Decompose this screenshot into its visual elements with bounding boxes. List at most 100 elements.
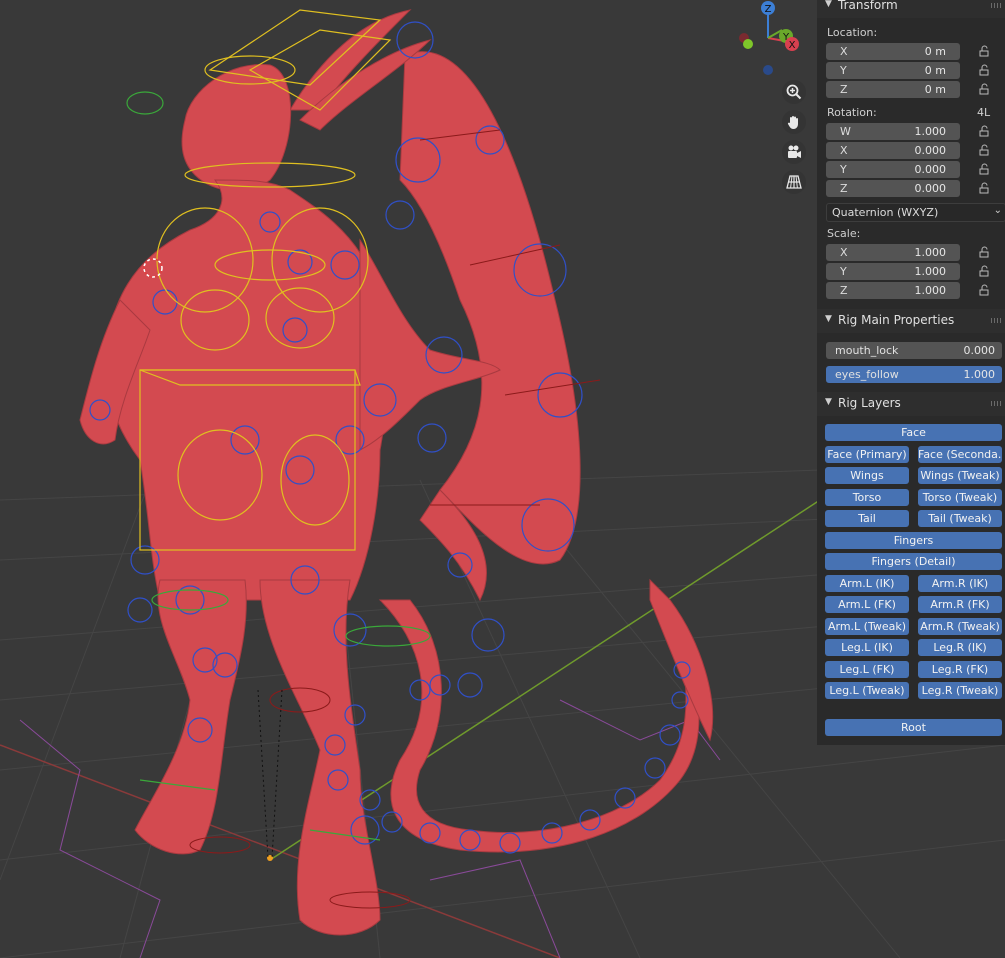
perspective-toggle-button[interactable]: [782, 170, 806, 194]
rotation-x-axis: X: [840, 144, 848, 157]
eyes-follow-value: 1.000: [963, 368, 996, 381]
rotation-y-value: 0.000: [914, 163, 947, 176]
lock-rotation-x-icon[interactable]: [979, 144, 991, 156]
layer-wings-button[interactable]: Wings: [825, 467, 909, 484]
layer-arm-r-ik-button[interactable]: Arm.R (IK): [918, 575, 1002, 592]
rotation-mode-dropdown[interactable]: Quaternion (WXYZ) ⌄: [826, 203, 1005, 222]
layer-face-button[interactable]: Face: [825, 424, 1002, 441]
lock-rotation-y-icon[interactable]: [979, 163, 991, 175]
collapse-arrow-icon: ▼: [825, 397, 832, 407]
eyes-follow-slider[interactable]: eyes_follow 1.000: [826, 366, 1002, 383]
torso: [105, 179, 388, 601]
layer-torso-button[interactable]: Torso: [825, 489, 909, 506]
axis-neg-y-handle[interactable]: [743, 39, 753, 49]
chevron-down-icon: ⌄: [993, 205, 1002, 216]
location-y-field[interactable]: Y 0 m: [826, 62, 960, 79]
lock-rotation-w-icon[interactable]: [979, 125, 991, 137]
scale-z-value: 1.000: [914, 284, 947, 297]
scale-y-value: 1.000: [914, 265, 947, 278]
location-y-value: 0 m: [924, 64, 946, 77]
leg-left: [134, 579, 247, 855]
rig-main-properties-header[interactable]: ▼ Rig Main Properties: [817, 309, 1005, 333]
rotation-z-value: 0.000: [914, 182, 947, 195]
lock-location-y-icon[interactable]: [979, 64, 991, 76]
tail: [378, 599, 700, 853]
pan-button[interactable]: [782, 110, 806, 134]
location-y-axis: Y: [840, 64, 847, 77]
axis-x-label: X: [789, 40, 796, 51]
layer-arm-l-fk-button[interactable]: Arm.L (FK): [825, 596, 909, 613]
collapse-arrow-icon: ▼: [825, 0, 832, 9]
rotation-lock-4l-toggle[interactable]: 4L: [977, 106, 990, 119]
navigation-gizmo[interactable]: Z Y X: [730, 0, 810, 80]
layer-tail-button[interactable]: Tail: [825, 510, 909, 527]
rig-layers-header[interactable]: ▼ Rig Layers: [817, 392, 1005, 416]
lock-rotation-z-icon[interactable]: [979, 182, 991, 194]
mouth-lock-value: 0.000: [963, 344, 996, 357]
layer-arm-l-tweak-button[interactable]: Arm.L (Tweak): [825, 618, 909, 635]
layer-leg-l-ik-button[interactable]: Leg.L (IK): [825, 639, 909, 656]
layer-leg-l-tweak-button[interactable]: Leg.L (Tweak): [825, 682, 909, 699]
layer-arm-r-fk-button[interactable]: Arm.R (FK): [918, 596, 1002, 613]
scale-x-field[interactable]: X 1.000: [826, 244, 960, 261]
mouth-lock-slider[interactable]: mouth_lock 0.000: [826, 342, 1002, 359]
location-z-axis: Z: [840, 83, 848, 96]
zoom-icon: [786, 84, 802, 100]
layer-face-secondary-button[interactable]: Face (Seconda...: [918, 446, 1002, 463]
rotation-mode-value: Quaternion (WXYZ): [832, 206, 939, 219]
panel-drag-grip-icon[interactable]: [991, 318, 1001, 323]
n-panel-sidebar: ▼ Transform Location: X 0 m Y 0 m Z 0 m Rot…: [817, 0, 1005, 745]
axis-neg-z-handle[interactable]: [763, 65, 773, 75]
scale-z-axis: Z: [840, 284, 848, 297]
panel-drag-grip-icon[interactable]: [991, 3, 1001, 8]
leg-right: [259, 579, 381, 936]
lock-scale-z-icon[interactable]: [979, 284, 991, 296]
scale-z-field[interactable]: Z 1.000: [826, 282, 960, 299]
scale-x-axis: X: [840, 246, 848, 259]
layer-arm-l-ik-button[interactable]: Arm.L (IK): [825, 575, 909, 592]
rotation-z-axis: Z: [840, 182, 848, 195]
location-z-field[interactable]: Z 0 m: [826, 81, 960, 98]
lock-location-x-icon[interactable]: [979, 45, 991, 57]
layer-torso-tweak-button[interactable]: Torso (Tweak): [918, 489, 1002, 506]
layer-leg-r-tweak-button[interactable]: Leg.R (Tweak): [918, 682, 1002, 699]
layer-leg-l-fk-button[interactable]: Leg.L (FK): [825, 661, 909, 678]
layer-tail-tweak-button[interactable]: Tail (Tweak): [918, 510, 1002, 527]
layer-root-button[interactable]: Root: [825, 719, 1002, 736]
rotation-x-field[interactable]: X 0.000: [826, 142, 960, 159]
rotation-y-field[interactable]: Y 0.000: [826, 161, 960, 178]
lock-location-z-icon[interactable]: [979, 83, 991, 95]
location-x-axis: X: [840, 45, 848, 58]
wing: [399, 51, 581, 565]
layer-arm-r-tweak-button[interactable]: Arm.R (Tweak): [918, 618, 1002, 635]
rig-main-properties-title: Rig Main Properties: [838, 313, 955, 327]
rotation-w-value: 1.000: [914, 125, 947, 138]
hand-pan-icon: [787, 116, 798, 129]
location-x-field[interactable]: X 0 m: [826, 43, 960, 60]
character-model[interactable]: [79, 9, 714, 936]
rotation-x-value: 0.000: [914, 144, 947, 157]
mouth-lock-label: mouth_lock: [835, 344, 899, 357]
layer-face-primary-button[interactable]: Face (Primary): [825, 446, 909, 463]
scale-y-axis: Y: [840, 265, 847, 278]
transform-panel-header[interactable]: ▼ Transform: [817, 0, 1005, 18]
rig-layers-title: Rig Layers: [838, 396, 901, 410]
rotation-z-field[interactable]: Z 0.000: [826, 180, 960, 197]
camera-view-button[interactable]: [782, 140, 806, 164]
lock-scale-y-icon[interactable]: [979, 265, 991, 277]
layer-fingers-detail-button[interactable]: Fingers (Detail): [825, 553, 1002, 570]
panel-drag-grip-icon[interactable]: [991, 401, 1001, 406]
layer-leg-r-fk-button[interactable]: Leg.R (FK): [918, 661, 1002, 678]
camera-icon: [788, 145, 801, 158]
layer-fingers-button[interactable]: Fingers: [825, 532, 1002, 549]
layer-wings-tweak-button[interactable]: Wings (Tweak): [918, 467, 1002, 484]
axis-z-label: Z: [765, 4, 772, 15]
layer-leg-r-ik-button[interactable]: Leg.R (IK): [918, 639, 1002, 656]
zoom-button[interactable]: [782, 80, 806, 104]
location-label: Location:: [827, 26, 878, 39]
scale-y-field[interactable]: Y 1.000: [826, 263, 960, 280]
rotation-w-field[interactable]: W 1.000: [826, 123, 960, 140]
scale-label: Scale:: [827, 227, 861, 240]
lock-scale-x-icon[interactable]: [979, 246, 991, 258]
transform-panel-title: Transform: [838, 0, 898, 12]
